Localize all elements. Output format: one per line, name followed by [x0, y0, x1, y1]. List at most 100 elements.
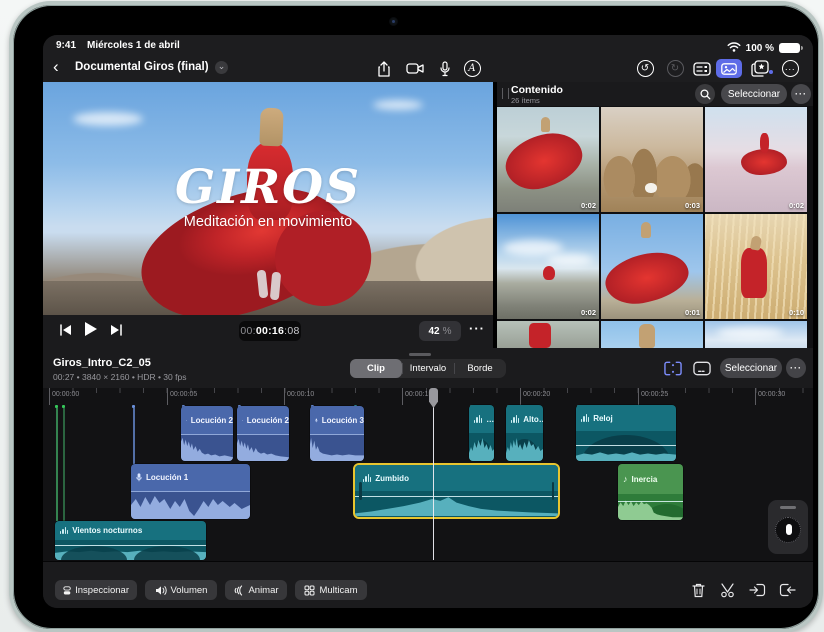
microphone-button[interactable]	[435, 59, 455, 78]
viewer-more-button[interactable]: ···	[469, 321, 485, 336]
back-button[interactable]: ‹	[53, 57, 59, 77]
app-screen: 9:41 Miércoles 1 de abril 100 % ‹ Docume…	[43, 35, 813, 608]
more-button[interactable]: ···	[780, 59, 800, 78]
camera-button[interactable]	[405, 59, 425, 78]
inspect-button[interactable]: Inspeccionar	[55, 580, 137, 600]
undo-button[interactable]: ↺	[635, 59, 655, 78]
timeline-toolbar: Inspeccionar Volumen Animar Multicam	[43, 561, 813, 608]
volume-button[interactable]: Volumen	[145, 580, 217, 600]
scribble-button[interactable]: A	[462, 59, 482, 78]
video-viewer[interactable]: GIROS Meditación en movimiento	[43, 82, 493, 315]
transport-bar: 00: 00:16:08 42% ···	[43, 315, 493, 348]
cloud	[547, 254, 593, 266]
timeline-ruler[interactable]: 00:00:00 00:00:05 00:00:10 00:00:15 00:0…	[43, 388, 813, 408]
timeline-clip-zumbido-selected[interactable]: Zumbido	[353, 463, 560, 519]
clip-duration: 0:02	[788, 201, 804, 210]
media-thumbnail[interactable]: 0:02	[497, 214, 599, 319]
timeline-clip-locucion2a[interactable]: Locución 2	[181, 406, 233, 461]
picture-in-picture-icon[interactable]	[693, 360, 711, 377]
timeline-clip-alto[interactable]: Alto…	[506, 405, 543, 461]
clip-duration: 0:03	[684, 201, 700, 210]
jog-pointer	[786, 524, 792, 535]
timecode-display[interactable]: 00: 00:16:08	[239, 321, 301, 341]
jog-dial[interactable]	[775, 517, 801, 543]
ruler-tick: 00:00:10	[284, 388, 314, 405]
panel-item-count: 26 ítems	[511, 96, 540, 105]
timeline-clip-vientos[interactable]: Vientos nocturnos	[55, 521, 206, 560]
blade-icon[interactable]	[717, 580, 737, 600]
media-thumbnail[interactable]: 0:10	[705, 214, 807, 319]
chevron-down-icon[interactable]: ⌄	[215, 61, 228, 74]
magnetic-timeline-icon[interactable]	[664, 360, 682, 377]
media-thumbnail[interactable]	[705, 321, 807, 348]
content-header: Contenido 26 ítems Seleccionar ···	[497, 82, 813, 106]
date: Miércoles 1 de abril	[87, 40, 180, 51]
main-area: GIROS Meditación en movimiento 00: 00:16:…	[43, 82, 813, 348]
media-thumbnail[interactable]	[497, 321, 599, 348]
multicam-button[interactable]: Multicam	[295, 580, 367, 600]
insert-icon[interactable]	[747, 580, 767, 600]
timeline-more-button[interactable]: ···	[786, 358, 806, 378]
browser-toggle-button[interactable]	[692, 59, 712, 78]
timeline-clip-sfx-small[interactable]: …	[469, 405, 494, 461]
red-dancer	[601, 247, 693, 309]
play-button[interactable]	[84, 321, 98, 342]
timeline-clip-reloj[interactable]: Reloj	[576, 405, 676, 461]
ruler-tick: 00:00:25	[638, 388, 668, 405]
content-select-button[interactable]: Seleccionar	[721, 84, 787, 104]
media-thumbnail[interactable]: 0:03	[601, 107, 703, 212]
skip-back-icon[interactable]	[59, 323, 72, 341]
animate-button[interactable]: Animar	[225, 580, 287, 600]
tab-intervalo[interactable]: Intervalo	[402, 359, 454, 378]
front-camera	[389, 17, 398, 26]
ruler-tick: 00:00:20	[520, 388, 550, 405]
connection-stem	[56, 408, 58, 521]
trim-handle-right[interactable]	[551, 482, 554, 500]
redo-button[interactable]: ↻	[665, 59, 685, 78]
app-toolbar: ‹ Documental Giros (final) ⌄ A ↺ ↻ ···	[43, 55, 813, 83]
effects-button[interactable]	[750, 59, 770, 78]
hat	[541, 117, 550, 132]
viewer-zoom-control[interactable]: 42%	[419, 321, 461, 341]
tab-clip[interactable]: Clip	[350, 359, 402, 378]
cloud	[373, 100, 423, 110]
cloud	[503, 240, 563, 256]
panel-drag-handle-icon[interactable]	[502, 88, 509, 99]
media-thumbnail[interactable]: 0:02	[497, 107, 599, 212]
tab-borde[interactable]: Borde	[454, 359, 506, 378]
timeline-select-button[interactable]: Seleccionar	[720, 358, 782, 378]
timeline-clip-locucion3[interactable]: Locución 3	[310, 406, 364, 461]
clip-duration: 0:02	[580, 201, 596, 210]
project-title[interactable]: Documental Giros (final)	[75, 61, 209, 73]
marketing-canvas: 9:41 Miércoles 1 de abril 100 % ‹ Docume…	[0, 0, 824, 632]
trim-handle-left[interactable]	[359, 482, 362, 500]
timeline-drag-handle[interactable]	[409, 353, 431, 356]
jog-wheel[interactable]	[768, 500, 808, 554]
timeline-panel: Giros_Intro_C2_05 00:27 • 3840 × 2160 • …	[43, 348, 813, 608]
media-thumbnail[interactable]: 0:02	[705, 107, 807, 212]
timeline-clip-inercia[interactable]: ♪ Inercia	[618, 464, 683, 520]
cloud	[717, 327, 783, 339]
status-bar: 9:41 Miércoles 1 de abril 100 %	[43, 35, 813, 55]
trash-icon[interactable]	[688, 580, 708, 600]
search-button[interactable]	[695, 84, 715, 104]
content-browser-panel: Contenido 26 ítems Seleccionar ··· 0:02	[497, 82, 813, 348]
content-more-button[interactable]: ···	[791, 84, 811, 104]
clip-duration: 0:02	[580, 308, 596, 317]
red-figure	[760, 133, 769, 153]
battery-icon	[779, 43, 803, 53]
share-button[interactable]	[374, 59, 394, 78]
timeline-clip-meta: 00:27 • 3840 × 2160 • HDR • 30 fps	[53, 372, 187, 382]
media-browser-button-active[interactable]	[716, 59, 742, 78]
timeline-clip-locucion2b[interactable]: Locución 2	[237, 406, 289, 461]
video-title-overlay: GIROS	[174, 160, 362, 215]
red-figure	[529, 323, 551, 348]
overwrite-icon[interactable]	[777, 580, 797, 600]
media-thumbnail[interactable]: 0:01	[601, 214, 703, 319]
playhead-line[interactable]	[433, 406, 434, 560]
media-thumbnail[interactable]	[601, 321, 703, 348]
skip-forward-icon[interactable]	[110, 323, 123, 341]
ruler-tick: 00:00:15	[402, 388, 432, 405]
clip-duration: 0:10	[788, 308, 804, 317]
timeline-clip-locucion1[interactable]: Locución 1	[131, 464, 250, 519]
